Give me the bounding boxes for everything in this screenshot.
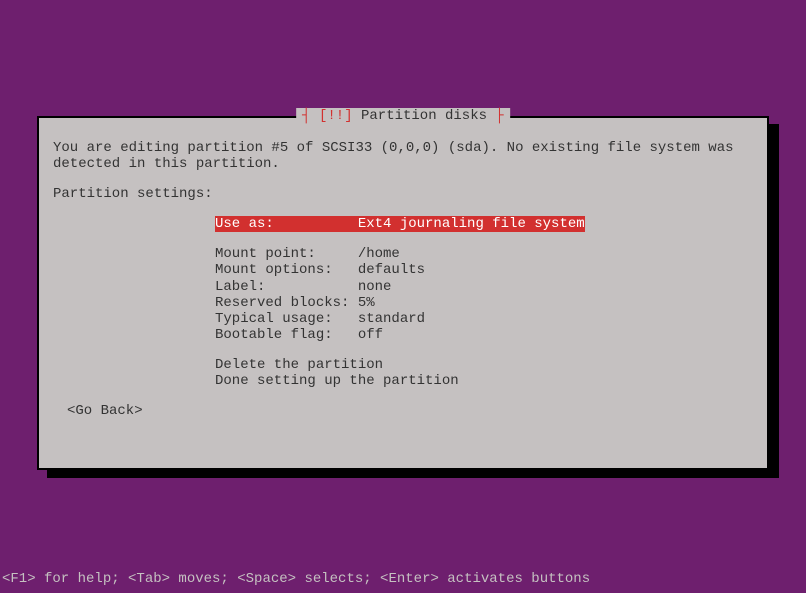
title-suffix: ├ [495,108,503,124]
footer-help-text: <F1> for help; <Tab> moves; <Space> sele… [2,571,590,587]
action-done-setting-up[interactable]: Done setting up the partition [215,373,753,389]
title-warn: [!!] [319,108,353,124]
dialog-content: You are editing partition #5 of SCSI33 (… [39,118,767,433]
settings-block: Use as: Ext4 journaling file system Moun… [215,216,753,389]
settings-group: Mount point: /home Mount options: defaul… [215,246,753,343]
setting-reserved-blocks[interactable]: Reserved blocks: 5% [215,295,753,311]
action-group: Delete the partition Done setting up the… [215,357,753,389]
go-back-button[interactable]: <Go Back> [67,403,753,419]
settings-label: Partition settings: [53,186,753,202]
title-text: Partition disks [353,108,496,124]
setting-bootable-flag[interactable]: Bootable flag: off [215,327,753,343]
partition-dialog: ┤ [!!] Partition disks ├ You are editing… [37,116,769,470]
dialog-title: ┤ [!!] Partition disks ├ [296,108,510,124]
action-delete-partition[interactable]: Delete the partition [215,357,753,373]
setting-mount-point[interactable]: Mount point: /home [215,246,753,262]
title-prefix: ┤ [302,108,319,124]
setting-typical-usage[interactable]: Typical usage: standard [215,311,753,327]
setting-label[interactable]: Label: none [215,279,753,295]
partition-description: You are editing partition #5 of SCSI33 (… [53,140,753,172]
setting-mount-options[interactable]: Mount options: defaults [215,262,753,278]
setting-use-as[interactable]: Use as: Ext4 journaling file system [215,216,585,232]
